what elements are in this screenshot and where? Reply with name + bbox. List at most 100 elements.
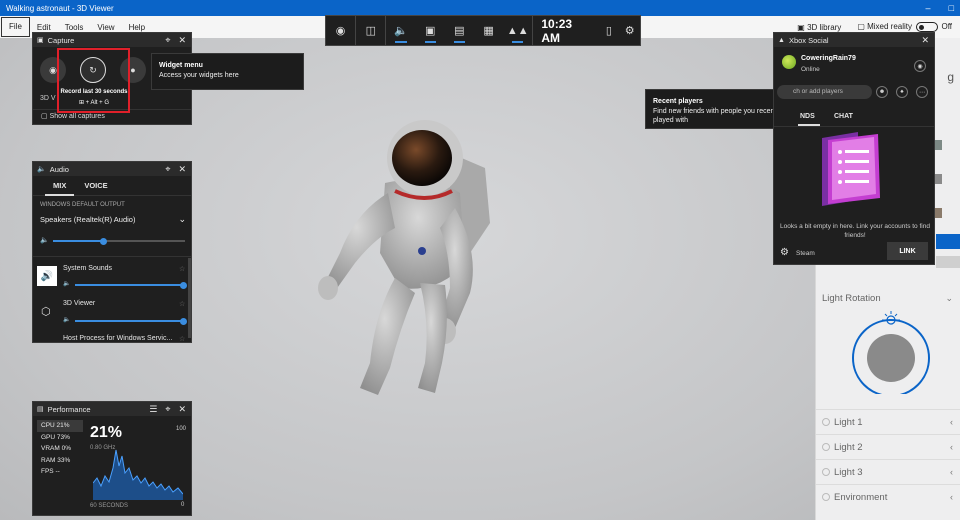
slider-knob[interactable] — [99, 237, 107, 245]
pin-icon[interactable]: ⌖ — [165, 404, 170, 415]
metric-label: GPU — [41, 433, 56, 441]
menu-file[interactable]: File — [1, 17, 30, 37]
pin-icon[interactable]: ⌖ — [165, 35, 170, 46]
close-icon[interactable]: ✕ — [921, 35, 929, 46]
more-icon[interactable]: ⋯ — [916, 86, 928, 98]
environment-section[interactable]: Environment ‹ — [816, 484, 960, 509]
add-friend-icon[interactable]: ☻ — [876, 86, 888, 98]
pin-icon[interactable]: ⌖ — [165, 164, 170, 175]
toggle-switch[interactable] — [916, 22, 939, 32]
avatar[interactable] — [782, 55, 796, 69]
mixed-reality-toggle[interactable]: ▢ Mixed reality Off — [857, 22, 952, 32]
tooltip-text: Access your widgets here — [159, 72, 239, 79]
master-volume-slider[interactable] — [53, 237, 185, 245]
secondary-bar[interactable] — [936, 256, 960, 268]
star-icon[interactable]: ☆ — [179, 335, 185, 343]
metric-fps[interactable]: FPS -- — [37, 466, 83, 478]
audio-button[interactable]: 🔈 — [386, 15, 415, 46]
light-rotation-dial[interactable] — [849, 310, 933, 394]
capture-title: Capture — [47, 35, 75, 45]
widget-menu-tooltip: Widget menu Access your widgets here — [151, 53, 304, 90]
chevron-left-icon: ‹ — [950, 417, 953, 427]
light-1-section[interactable]: Light 1 ‹ — [816, 409, 960, 434]
light-2-section[interactable]: Light 2 ‹ — [816, 434, 960, 459]
tab-mix[interactable]: MIX — [44, 176, 75, 196]
metric-gpu[interactable]: GPU 73% — [37, 432, 83, 444]
menu-tools[interactable]: Tools — [58, 23, 91, 32]
online-status: Online — [801, 66, 820, 73]
metric-value: -- — [55, 468, 60, 475]
widget-menu-icon: ◫ — [365, 25, 376, 37]
resources-button[interactable]: ▦ — [474, 15, 503, 46]
panel-title-partial: g — [947, 70, 954, 84]
window-title-bar: Walking astronaut - 3D Viewer – □ — [0, 0, 960, 16]
capture-app-label: 3D V — [40, 95, 56, 102]
output-device-select[interactable]: Speakers (Realtek(R) Audio) ⌄ — [40, 214, 186, 224]
options-icon[interactable]: ☰ — [149, 404, 157, 415]
light-3-section[interactable]: Light 3 ‹ — [816, 459, 960, 484]
mixed-reality-label: Mixed reality — [867, 22, 913, 32]
window-title: Walking astronaut - 3D Viewer — [6, 3, 114, 13]
performance-icon: ▤ — [37, 406, 44, 413]
xbox-button[interactable]: ◉ — [326, 15, 355, 46]
record-shortcut: ⊞ + Alt + G — [78, 100, 110, 106]
tab-friends[interactable]: NDS — [800, 113, 815, 120]
capture-icon: ▣ — [37, 37, 44, 44]
menu-help[interactable]: Help — [122, 23, 152, 32]
astronaut-model[interactable] — [300, 113, 500, 403]
social-button[interactable]: ▲▲ — [503, 15, 532, 46]
menu-edit[interactable]: Edit — [30, 23, 58, 32]
metric-cpu[interactable]: CPU 21% — [37, 420, 83, 432]
empty-friends-message: Looks a bit empty in here. Link your acc… — [780, 223, 930, 239]
close-icon[interactable]: ✕ — [178, 164, 186, 175]
close-icon[interactable]: ✕ — [178, 35, 186, 46]
light-rotation-section[interactable]: Light Rotation ⌄ — [816, 286, 960, 311]
tooltip-title: Widget menu — [159, 62, 203, 69]
star-icon[interactable]: ☆ — [179, 265, 185, 273]
scrollbar[interactable] — [188, 258, 191, 338]
slider-knob[interactable] — [179, 281, 187, 289]
minimize-button[interactable]: – — [926, 3, 931, 13]
maximize-button[interactable]: □ — [949, 3, 954, 13]
link-button[interactable]: LINK — [887, 242, 928, 260]
metric-label: VRAM — [41, 445, 60, 452]
mixed-reality-icon: ▢ — [857, 22, 865, 32]
speaker-icon: 🔈 — [37, 166, 46, 173]
app-name: 3D Viewer — [63, 300, 96, 307]
chevron-left-icon: ‹ — [950, 492, 953, 502]
volume-icon: 🔈 — [63, 317, 71, 323]
controller-button[interactable]: ▯ — [599, 15, 620, 46]
system-sounds-volume-slider[interactable] — [75, 281, 187, 289]
menu-view[interactable]: View — [90, 23, 121, 32]
clock: 10:23 AM — [541, 16, 573, 45]
slider-knob[interactable] — [179, 317, 187, 325]
light-rotation-label: Light Rotation — [822, 293, 881, 304]
social-tabs: NDS CHAT — [774, 109, 934, 127]
party-icon[interactable]: ♠ — [896, 86, 908, 98]
controller-icon: ▯ — [605, 25, 612, 37]
show-all-captures-label: Show all captures — [49, 113, 105, 120]
metric-ram[interactable]: RAM 33% — [37, 455, 83, 467]
app-name: Host Process for Windows Servic... — [63, 335, 173, 342]
notifications-icon[interactable]: ◉ — [914, 60, 926, 72]
tab-chat[interactable]: CHAT — [834, 113, 853, 120]
3d-library-button[interactable]: ▣ 3D library — [797, 23, 841, 32]
tab-voice[interactable]: VOICE — [84, 176, 107, 196]
selected-bar[interactable] — [936, 234, 960, 249]
capture-button[interactable]: ▣ — [416, 15, 445, 46]
system-sounds-icon: 🔊 — [37, 266, 57, 286]
3d-viewer-volume-slider[interactable] — [75, 317, 187, 325]
username: CoweringRain79 — [801, 55, 856, 62]
show-all-captures-link[interactable]: ▢ Show all captures — [41, 112, 105, 120]
metric-vram[interactable]: VRAM 0% — [37, 443, 83, 455]
settings-button[interactable]: ⚙ — [619, 15, 640, 46]
close-icon[interactable]: ✕ — [178, 404, 186, 415]
performance-header: ▤ Performance ☰ ⌖ ✕ — [33, 402, 191, 416]
search-input[interactable]: ch or add players — [777, 85, 872, 99]
performance-button[interactable]: ▤ — [445, 15, 474, 46]
widget-menu-button[interactable]: ◫ — [356, 15, 385, 46]
star-icon[interactable]: ☆ — [179, 300, 185, 308]
metric-list: CPU 21% GPU 73% VRAM 0% RAM 33% FPS -- — [37, 420, 83, 478]
toggle-state-label: Off — [941, 22, 952, 32]
audio-title: Audio — [49, 164, 69, 174]
